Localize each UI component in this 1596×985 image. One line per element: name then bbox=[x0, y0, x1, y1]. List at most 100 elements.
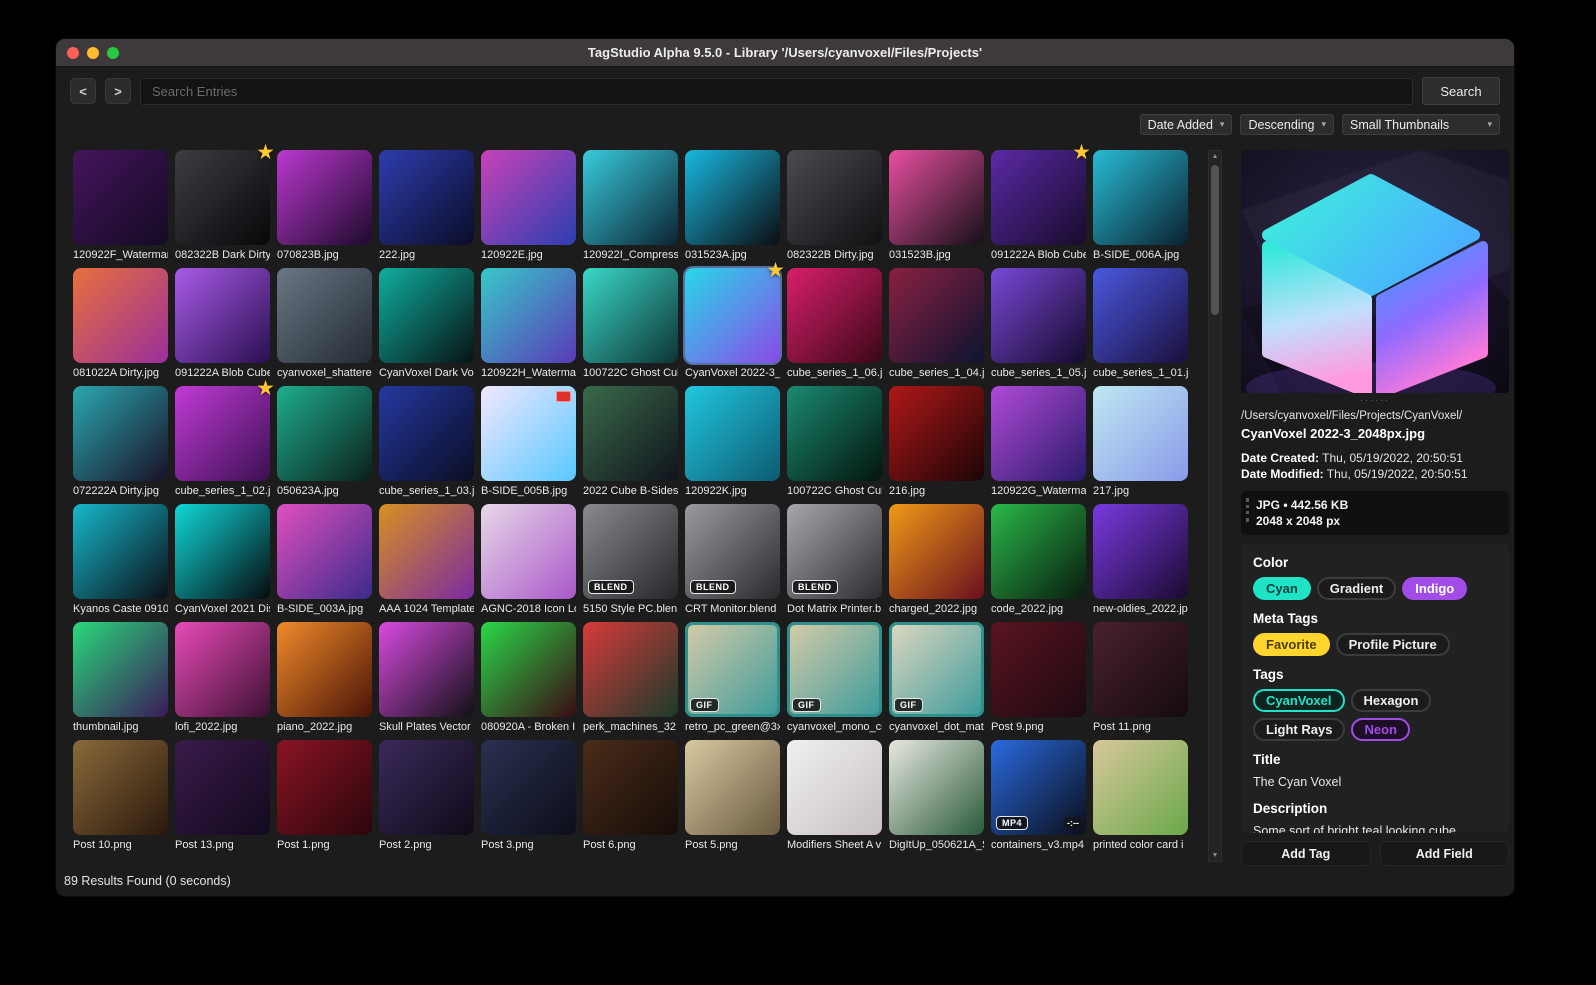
meta-tag-pill[interactable]: Favorite bbox=[1253, 633, 1330, 656]
grid-item[interactable]: ★ 120922K.jpg bbox=[685, 386, 780, 498]
grid-item[interactable]: ★ CyanVoxel 2021 Dis bbox=[175, 504, 270, 616]
grid-item[interactable]: ★ printed color card i bbox=[1093, 740, 1188, 852]
thumbnail-image[interactable]: ★ bbox=[1093, 622, 1188, 717]
grid-item[interactable]: ★ 120922E.jpg bbox=[481, 150, 576, 262]
thumbnail-image[interactable]: ★ bbox=[379, 386, 474, 481]
grid-item[interactable]: ★ 120922I_Compresse bbox=[583, 150, 678, 262]
thumbnail-image[interactable]: ★ bbox=[583, 740, 678, 835]
thumbnail-image[interactable]: ★ bbox=[991, 622, 1086, 717]
grid-item[interactable]: ★ GIF cyanvoxel_dot_mat bbox=[889, 622, 984, 734]
thumbnail-image[interactable]: ★ bbox=[73, 268, 168, 363]
thumbnail-image[interactable]: ★ bbox=[277, 740, 372, 835]
grid-item[interactable]: ★ cube_series_1_02.j bbox=[175, 378, 275, 498]
thumbnail-image[interactable]: ★ bbox=[685, 150, 780, 245]
thumbnail-image[interactable]: ★ bbox=[889, 268, 984, 363]
thumbnail-image[interactable]: ★ bbox=[787, 268, 882, 363]
back-button[interactable]: < bbox=[70, 78, 96, 104]
thumbnail-image[interactable]: ★ bbox=[481, 386, 576, 481]
thumbnail-image[interactable]: ★ bbox=[481, 150, 576, 245]
grid-item[interactable]: ★ cube_series_1_05.j bbox=[991, 268, 1086, 380]
thumbnail-image[interactable]: ★ bbox=[889, 740, 984, 835]
thumbnail-image[interactable]: ★ bbox=[991, 504, 1086, 599]
thumbnail-image[interactable]: ★ bbox=[481, 740, 576, 835]
thumbnail-image[interactable]: ★ bbox=[481, 504, 576, 599]
grid-item[interactable]: ★ CyanVoxel Dark Vox bbox=[379, 268, 474, 380]
grid-item[interactable]: ★ 091222A Blob Cube bbox=[991, 142, 1091, 262]
sort-field-dropdown[interactable]: Date Added ▾ bbox=[1139, 114, 1233, 135]
scroll-down-icon[interactable]: ▼ bbox=[1209, 852, 1221, 859]
drag-handle-icon[interactable] bbox=[1246, 498, 1249, 522]
grid-item[interactable]: ★ 222.jpg bbox=[379, 150, 474, 262]
grid-item[interactable]: ★ B-SIDE_003A.jpg bbox=[277, 504, 372, 616]
grid-item[interactable]: ★ B-SIDE_005B.jpg bbox=[481, 386, 576, 498]
scroll-up-icon[interactable]: ▲ bbox=[1209, 153, 1221, 160]
grid-item[interactable]: ★ 100722C Ghost Cub bbox=[583, 268, 678, 380]
thumbnail-image[interactable]: ★ bbox=[277, 504, 372, 599]
grid-item[interactable]: ★ Skull Plates Vector bbox=[379, 622, 474, 734]
panel-resize-handle[interactable]: ······ bbox=[1241, 396, 1509, 405]
grid-item[interactable]: ★ AGNC-2018 Icon Lo bbox=[481, 504, 576, 616]
thumbnail-image[interactable]: ★ bbox=[73, 622, 168, 717]
thumbnail-image[interactable]: ★ bbox=[277, 622, 372, 717]
grid-item[interactable]: ★ thumbnail.jpg bbox=[73, 622, 168, 734]
grid-item[interactable]: ★ 072222A Dirty.jpg bbox=[73, 386, 168, 498]
grid-item[interactable]: ★ 070823B.jpg bbox=[277, 150, 372, 262]
grid-item[interactable]: ★ BLEND 5150 Style PC.blen bbox=[583, 504, 678, 616]
grid-item[interactable]: ★ Post 9.png bbox=[991, 622, 1086, 734]
grid-item[interactable]: ★ Post 11.png bbox=[1093, 622, 1188, 734]
grid-item[interactable]: ★ 091222A Blob Cube bbox=[175, 268, 270, 380]
thumbnail-image[interactable]: ★ bbox=[1093, 150, 1188, 245]
tag-pill[interactable]: Hexagon bbox=[1350, 689, 1432, 712]
color-tag-pill[interactable]: Gradient bbox=[1316, 577, 1397, 600]
thumbnail-image[interactable]: ★ bbox=[1093, 504, 1188, 599]
grid-item[interactable]: ★ Post 13.png bbox=[175, 740, 270, 852]
thumbnail-image[interactable]: ★ bbox=[583, 150, 678, 245]
grid-item[interactable]: ★ 217.jpg bbox=[1093, 386, 1188, 498]
thumbnail-image[interactable]: ★ bbox=[991, 386, 1086, 481]
thumbnail-image[interactable]: ★ GIF bbox=[787, 622, 882, 717]
thumbnail-image[interactable]: ★ bbox=[1093, 740, 1188, 835]
grid-item[interactable]: ★ Kyanos Caste 0910 bbox=[73, 504, 168, 616]
scrollbar-thumb[interactable] bbox=[1211, 165, 1219, 315]
search-button[interactable]: Search bbox=[1422, 77, 1500, 105]
grid-item[interactable]: ★ piano_2022.jpg bbox=[277, 622, 372, 734]
grid-item[interactable]: ★ cube_series_1_06.j bbox=[787, 268, 882, 380]
search-input[interactable] bbox=[140, 77, 1413, 105]
grid-item[interactable]: ★ 120922H_Watermar bbox=[481, 268, 576, 380]
grid-item[interactable]: ★ cyanvoxel_shattere bbox=[277, 268, 372, 380]
thumbnail-image[interactable]: ★ bbox=[583, 268, 678, 363]
thumbnail-image[interactable]: ★ bbox=[787, 740, 882, 835]
grid-item[interactable]: ★ BLEND Dot Matrix Printer.b bbox=[787, 504, 882, 616]
grid-item[interactable]: ★ B-SIDE_006A.jpg bbox=[1093, 150, 1188, 262]
grid-item[interactable]: ★ 082322B Dark Dirty bbox=[175, 142, 275, 262]
grid-item[interactable]: ★ 120922G_Watermar bbox=[991, 386, 1086, 498]
thumbnail-image[interactable]: ★ bbox=[481, 622, 576, 717]
grid-item[interactable]: ★ Post 5.png bbox=[685, 740, 780, 852]
thumbnail-image[interactable]: ★ bbox=[379, 740, 474, 835]
thumbnail-image[interactable]: ★ bbox=[73, 740, 168, 835]
thumbnail-image[interactable]: ★ bbox=[583, 386, 678, 481]
grid-item[interactable]: ★ GIF cyanvoxel_mono_cr bbox=[787, 622, 882, 734]
thumb-size-dropdown[interactable]: Small Thumbnails ▾ bbox=[1342, 114, 1500, 135]
thumbnail-image[interactable]: ★ bbox=[175, 504, 270, 599]
thumbnail-image[interactable]: ★ bbox=[685, 260, 785, 363]
grid-item[interactable]: ★ GIF retro_pc_green@3x bbox=[685, 622, 780, 734]
thumbnail-image[interactable]: ★ bbox=[991, 142, 1091, 245]
thumbnail-image[interactable]: ★ MP4 -:-- bbox=[991, 740, 1086, 835]
tag-pill[interactable]: Light Rays bbox=[1253, 718, 1346, 741]
tag-pill[interactable]: CyanVoxel bbox=[1253, 689, 1345, 712]
tag-pill[interactable]: Neon bbox=[1351, 718, 1410, 741]
thumbnail-image[interactable]: ★ bbox=[889, 150, 984, 245]
grid-item[interactable]: ★ cube_series_1_04.j bbox=[889, 268, 984, 380]
grid-item[interactable]: ★ 031523B.jpg bbox=[889, 150, 984, 262]
thumbnail-image[interactable]: ★ BLEND bbox=[787, 504, 882, 599]
zoom-window-icon[interactable] bbox=[107, 47, 119, 59]
grid-item[interactable]: ★ DigItUp_050621A_S bbox=[889, 740, 984, 852]
grid-item[interactable]: ★ Post 6.png bbox=[583, 740, 678, 852]
add-field-button[interactable]: Add Field bbox=[1379, 841, 1509, 866]
thumbnail-image[interactable]: ★ bbox=[277, 268, 372, 363]
thumbnail-image[interactable]: ★ bbox=[277, 150, 372, 245]
grid-item[interactable]: ★ Post 2.png bbox=[379, 740, 474, 852]
grid-item[interactable]: ★ new-oldies_2022.jp bbox=[1093, 504, 1188, 616]
grid-item[interactable]: ★ 081022A Dirty.jpg bbox=[73, 268, 168, 380]
